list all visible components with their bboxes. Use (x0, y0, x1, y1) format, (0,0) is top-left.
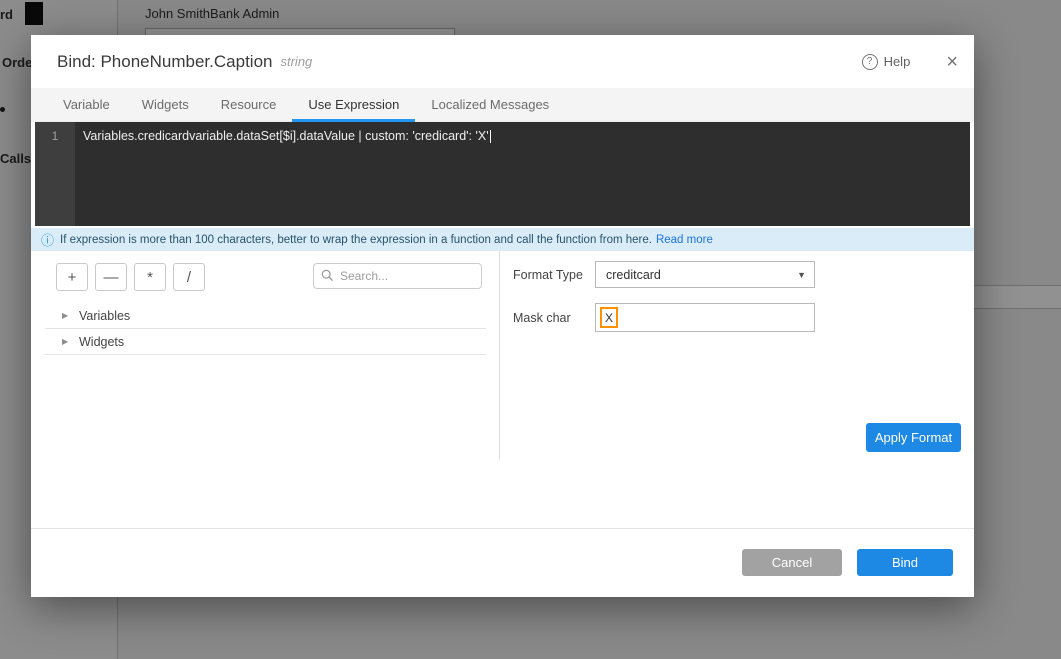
mask-char-input[interactable]: X (595, 303, 815, 332)
expression-code-editor[interactable]: 1 Variables.credicardvariable.dataSet[$i… (35, 122, 970, 226)
dialog-titlebar: Bind: PhoneNumber.Caption string ? Help … (31, 35, 974, 88)
tab-widgets[interactable]: Widgets (126, 88, 205, 122)
binding-source-tree: ▶ Variables ▶ Widgets (45, 303, 486, 355)
expression-text: Variables.credicardvariable.dataSet[$i].… (83, 129, 489, 143)
mask-char-row: Mask char X (513, 303, 974, 332)
tree-item-label: Variables (79, 309, 130, 323)
tree-item-widgets[interactable]: ▶ Widgets (45, 329, 486, 355)
tree-item-variables[interactable]: ▶ Variables (45, 303, 486, 329)
tab-variable[interactable]: Variable (47, 88, 126, 122)
apply-format-button[interactable]: Apply Format (866, 423, 961, 452)
format-type-row: Format Type creditcard ▼ (513, 261, 974, 288)
format-type-label: Format Type (513, 268, 595, 282)
tab-use-expression[interactable]: Use Expression (292, 88, 415, 122)
editor-code-line[interactable]: Variables.credicardvariable.dataSet[$i].… (75, 122, 970, 226)
mask-char-label: Mask char (513, 311, 595, 325)
tab-localized-messages[interactable]: Localized Messages (415, 88, 565, 122)
dialog-tabs: Variable Widgets Resource Use Expression… (31, 88, 974, 122)
dialog-title: Bind: PhoneNumber.Caption (57, 52, 272, 72)
text-cursor (490, 130, 491, 143)
chevron-down-icon: ▼ (797, 270, 806, 280)
read-more-link[interactable]: Read more (656, 234, 713, 246)
format-panel: Format Type creditcard ▼ Mask char X App… (500, 251, 974, 460)
operator-toolbar: + — * / (56, 263, 205, 291)
divide-operator-button[interactable]: / (173, 263, 205, 291)
info-icon: ⓘ (41, 230, 54, 249)
dialog-body-split: + — * / ▶ Variables ▶ Widgets (31, 251, 974, 460)
search-box (313, 263, 482, 289)
search-icon (321, 269, 334, 287)
info-text: If expression is more than 100 character… (60, 234, 652, 246)
chevron-right-icon[interactable]: ▶ (62, 311, 73, 320)
plus-operator-button[interactable]: + (56, 263, 88, 291)
bind-dialog: Bind: PhoneNumber.Caption string ? Help … (31, 35, 974, 597)
help-icon[interactable]: ? (862, 54, 878, 70)
help-link[interactable]: Help (884, 54, 911, 69)
multiply-operator-button[interactable]: * (134, 263, 166, 291)
minus-operator-button[interactable]: — (95, 263, 127, 291)
tree-item-label: Widgets (79, 335, 124, 349)
mask-char-selected-value: X (600, 307, 618, 328)
dialog-footer: Cancel Bind (31, 528, 974, 597)
format-type-select[interactable]: creditcard ▼ (595, 261, 815, 288)
dialog-title-type-hint: string (280, 54, 312, 69)
chevron-right-icon[interactable]: ▶ (62, 337, 73, 346)
editor-line-number: 1 (35, 122, 75, 226)
close-icon[interactable]: × (946, 52, 958, 72)
tab-resource[interactable]: Resource (205, 88, 293, 122)
cancel-button[interactable]: Cancel (742, 549, 842, 576)
format-type-value: creditcard (606, 268, 661, 282)
expression-builder-panel: + — * / ▶ Variables ▶ Widgets (31, 251, 500, 460)
search-input[interactable] (313, 263, 482, 289)
bind-button[interactable]: Bind (857, 549, 953, 576)
expression-info-bar: ⓘ If expression is more than 100 charact… (31, 228, 974, 251)
